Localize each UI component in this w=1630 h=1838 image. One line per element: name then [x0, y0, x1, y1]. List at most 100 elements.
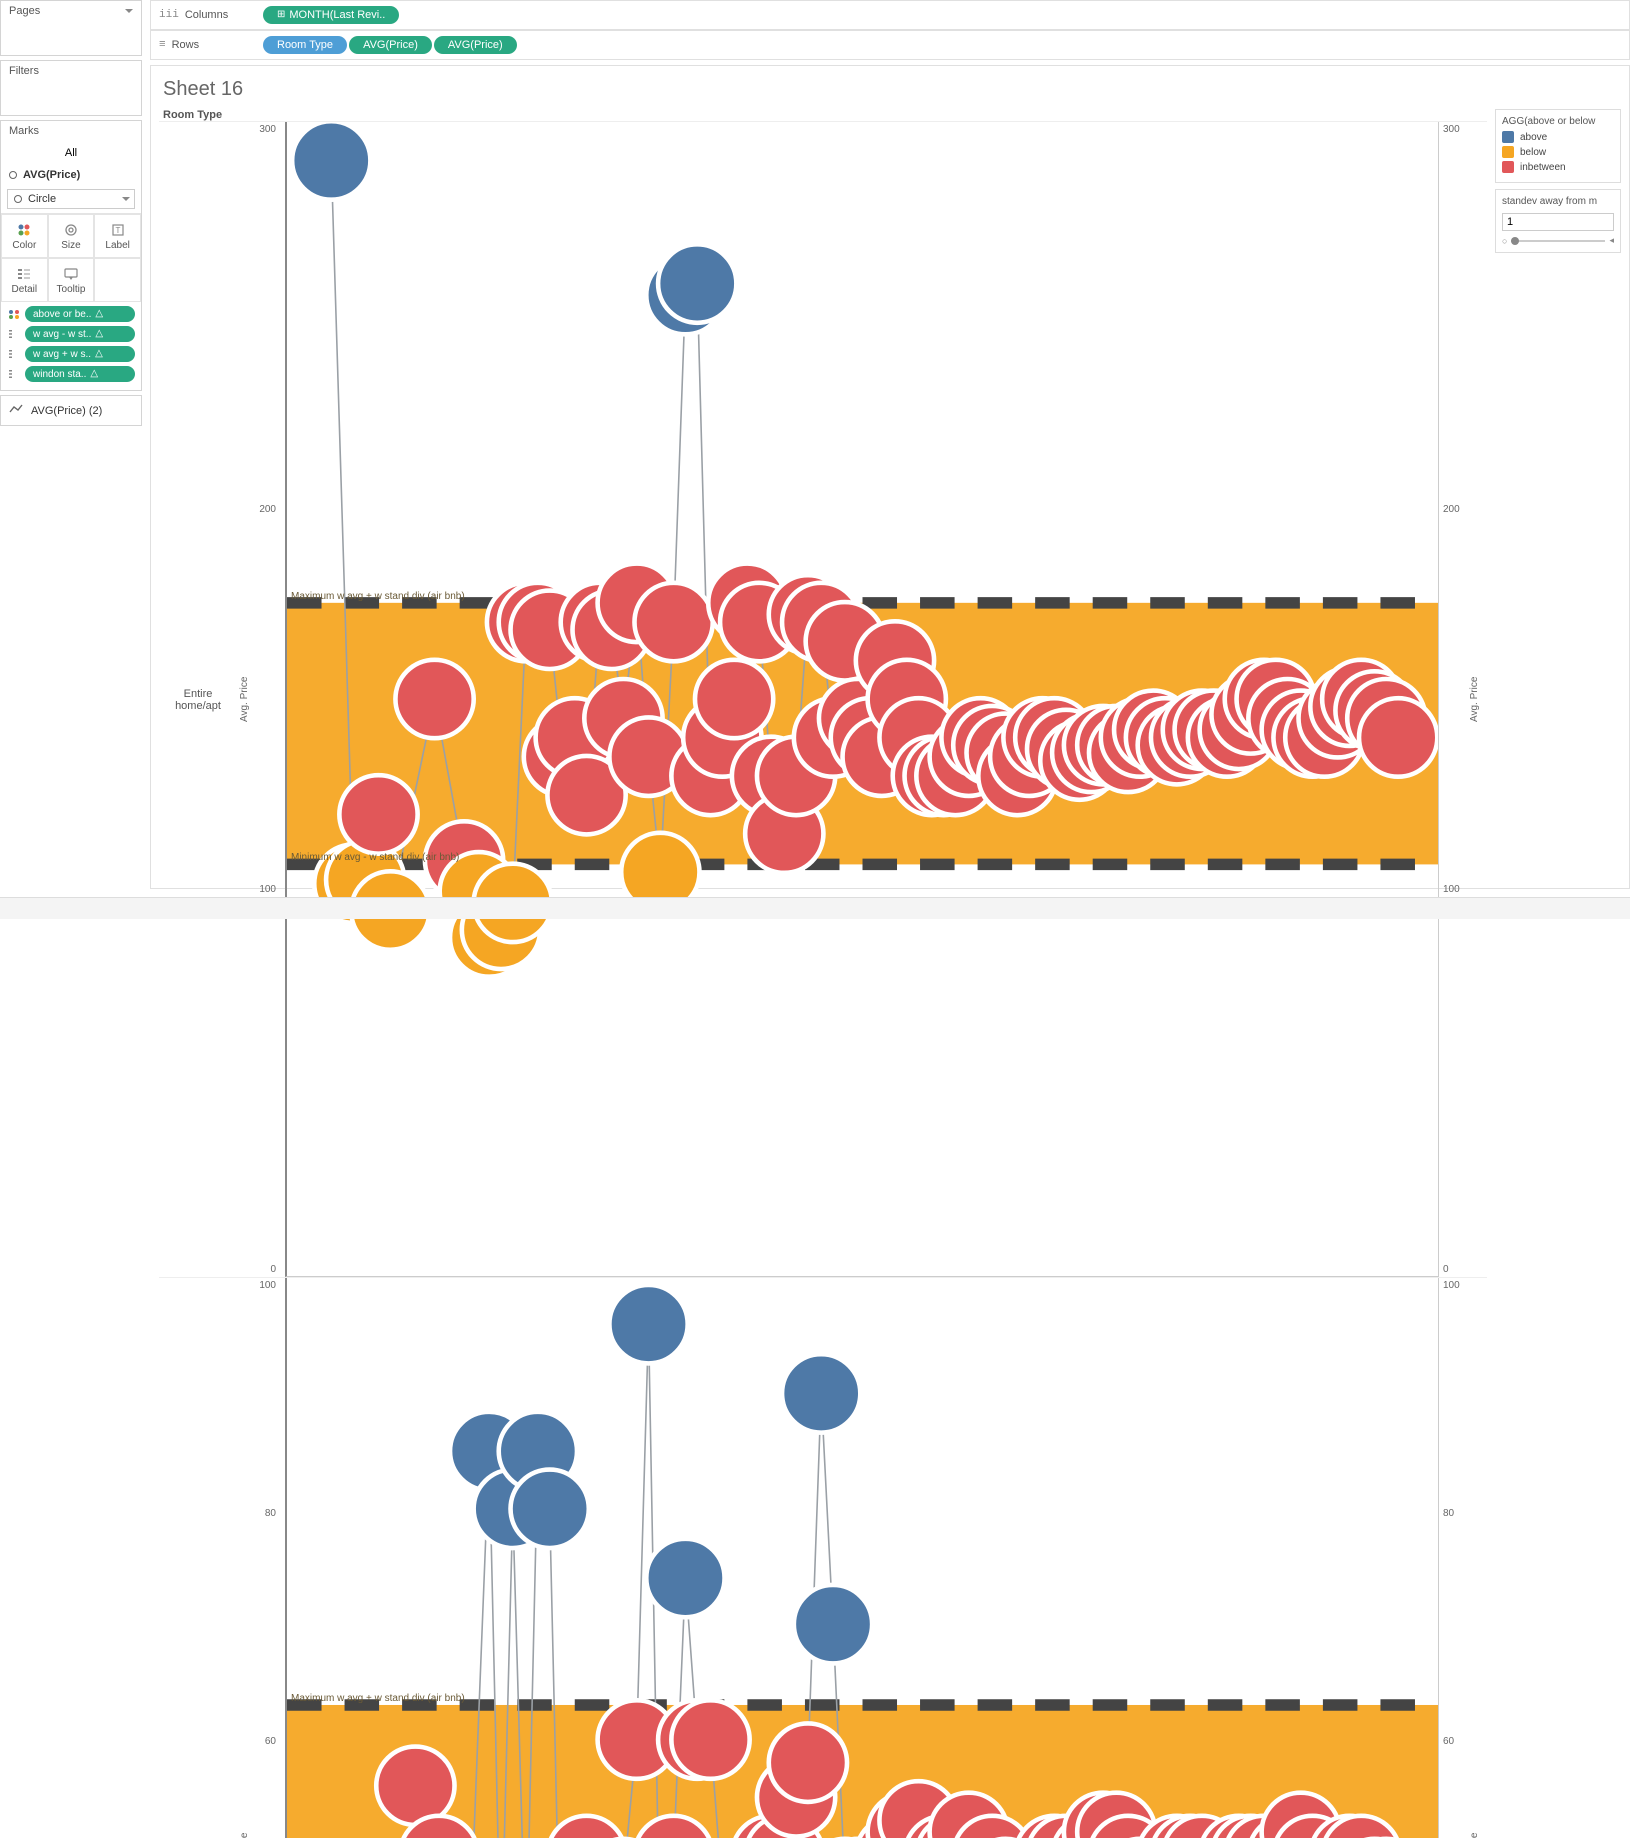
columns-icon: iii — [159, 9, 179, 21]
pill-window-std[interactable]: windon sta..△ — [7, 366, 135, 382]
detail-icon — [7, 368, 21, 380]
marks-all-tab[interactable]: All — [1, 141, 141, 165]
mark-type-label: Circle — [28, 193, 56, 205]
delta-icon: △ — [95, 308, 103, 320]
color-legend[interactable]: AGG(above or below above below inbetween — [1495, 109, 1621, 183]
room-type-header: Room Type — [159, 109, 1487, 121]
svg-text:T: T — [115, 226, 120, 235]
marks-size-cell[interactable]: Size — [48, 214, 95, 258]
marks-color-cell[interactable]: Color — [1, 214, 48, 258]
marks-detail-cell[interactable]: Detail — [1, 258, 48, 302]
pages-label: Pages — [9, 5, 40, 17]
legend-item[interactable]: inbetween — [1502, 161, 1614, 173]
right-panels: AGG(above or below above below inbetween s… — [1487, 109, 1621, 865]
delta-icon: △ — [95, 328, 103, 340]
pill-label: w avg - w st.. — [33, 329, 91, 340]
detail-icon — [7, 348, 21, 360]
ref-max-label: Maximum w avg + w stand div (air bnb) — [291, 1693, 465, 1704]
data-point[interactable] — [292, 122, 370, 200]
viz-area: Sheet 16 Room Type Entire home/aptAvg. P… — [150, 65, 1630, 889]
y-ticks-left: 100806040200 — [252, 1278, 280, 1838]
param-slider[interactable]: ○ ◂ — [1502, 235, 1614, 246]
pill-text: AVG(Price) — [448, 39, 503, 51]
chevron-down-icon — [122, 197, 130, 201]
marks-tooltip-cell[interactable]: Tooltip — [48, 258, 95, 302]
data-point[interactable] — [511, 1470, 589, 1548]
marks-card: Marks All AVG(Price) Circle Color Size — [0, 120, 142, 391]
data-point[interactable] — [339, 775, 417, 853]
y-ticks-right: 3002001000 — [1439, 122, 1467, 1277]
sheet-title: Sheet 16 — [159, 74, 1621, 109]
data-point[interactable] — [695, 660, 773, 738]
columns-shelf[interactable]: iii Columns ⊞ MONTH(Last Revi.. — [150, 0, 1630, 30]
rows-label: Rows — [172, 39, 200, 51]
shelves: iii Columns ⊞ MONTH(Last Revi.. ≡ Rows R… — [150, 0, 1630, 60]
pill-w-avg-plus[interactable]: w avg + w s..△ — [7, 346, 135, 362]
marks-tooltip-label: Tooltip — [57, 284, 86, 295]
data-point[interactable] — [609, 1285, 687, 1363]
chevron-left-icon[interactable]: ◂ — [1609, 235, 1614, 246]
legend-label: inbetween — [1520, 162, 1566, 173]
data-point[interactable] — [634, 583, 712, 661]
param-input[interactable] — [1502, 213, 1614, 231]
legend-swatch — [1502, 161, 1514, 173]
data-point[interactable] — [646, 1539, 724, 1617]
marks-avg-price-label: AVG(Price) — [23, 169, 80, 181]
pill-label: above or be.. — [33, 309, 91, 320]
filters-shelf[interactable]: Filters — [0, 60, 142, 116]
marks-avg-price-2-tab[interactable]: AVG(Price) (2) — [0, 395, 142, 426]
plot[interactable]: Maximum w avg + w stand div (air bnb) Mi… — [285, 122, 1439, 1277]
detail-icon — [7, 328, 21, 340]
rows-pill-avg-price-2[interactable]: AVG(Price) — [434, 36, 517, 54]
columns-pill-month[interactable]: ⊞ MONTH(Last Revi.. — [263, 6, 399, 24]
mark-type-dropdown[interactable]: Circle — [7, 189, 135, 209]
marks-label-cell[interactable]: T Label — [94, 214, 141, 258]
marks-detail-label: Detail — [12, 284, 38, 295]
color-icon — [7, 310, 21, 319]
data-point[interactable] — [794, 1585, 872, 1663]
marks-label: Marks — [9, 125, 39, 137]
dropdown-caret-icon[interactable] — [125, 9, 133, 13]
pill-text: MONTH(Last Revi.. — [289, 9, 385, 21]
data-point[interactable] — [671, 1700, 749, 1778]
legend-label: below — [1520, 147, 1546, 158]
circle-icon — [9, 171, 17, 179]
marks-color-label: Color — [12, 240, 36, 251]
legend-item[interactable]: above — [1502, 131, 1614, 143]
y-axis-title-right: Avg. Price — [1467, 122, 1482, 1277]
parameter-control[interactable]: standev away from m ○ ◂ — [1495, 189, 1621, 253]
pages-shelf[interactable]: Pages — [0, 0, 142, 56]
data-point[interactable] — [782, 1354, 860, 1432]
data-point[interactable] — [769, 1723, 847, 1801]
rows-pill-avg-price-1[interactable]: AVG(Price) — [349, 36, 432, 54]
marks-label-label: Label — [105, 240, 129, 251]
pill-label: windon sta.. — [33, 369, 86, 380]
data-point[interactable] — [1359, 698, 1437, 776]
marks-property-grid: Color Size T Label Detail — [1, 213, 141, 302]
legend-label: above — [1520, 132, 1547, 143]
legend-item[interactable]: below — [1502, 146, 1614, 158]
plot[interactable]: Maximum w avg + w stand div (air bnb) Mi… — [285, 1278, 1439, 1838]
label-icon: T — [110, 222, 126, 238]
rows-icon: ≡ — [159, 39, 166, 51]
y-axis-title: Avg. Price — [237, 122, 252, 1277]
marks-size-label: Size — [61, 240, 80, 251]
pill-above-or-below[interactable]: above or be.. △ — [7, 306, 135, 322]
color-icon — [16, 222, 32, 238]
data-point[interactable] — [395, 660, 473, 738]
param-title: standev away from m — [1502, 196, 1614, 207]
legend-title: AGG(above or below — [1502, 116, 1614, 127]
data-point[interactable] — [658, 244, 736, 322]
chart-row: Entire home/aptAvg. Price3002001000 Maxi… — [159, 121, 1487, 1277]
bottom-tab-strip[interactable] — [0, 897, 1630, 919]
rows-pill-room-type[interactable]: Room Type — [263, 36, 347, 54]
detail-icon — [16, 266, 32, 282]
rows-shelf[interactable]: ≡ Rows Room Type AVG(Price) AVG(Price) — [150, 30, 1630, 60]
marks-avg-price-tab[interactable]: AVG(Price) — [1, 165, 141, 185]
legend-swatch — [1502, 146, 1514, 158]
pill-label: w avg + w s.. — [33, 349, 91, 360]
pill-w-avg-minus[interactable]: w avg - w st.. △ — [7, 326, 135, 342]
chart-row: Private roomAvg. Price100806040200 Maxim… — [159, 1277, 1487, 1838]
data-point[interactable] — [376, 1747, 454, 1825]
tooltip-icon — [63, 266, 79, 282]
